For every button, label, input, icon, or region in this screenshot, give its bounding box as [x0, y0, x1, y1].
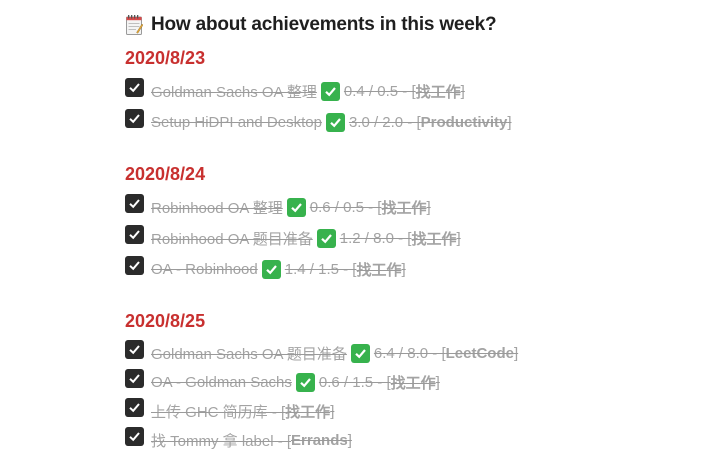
- task-item: Setup HiDPI and Desktop 3.0 / 2.0 - [Pro…: [125, 107, 685, 138]
- task-tag-close: ]: [401, 261, 406, 278]
- task-text: OA - Robinhood 1.4 / 1.5 - [找工作]: [151, 259, 406, 280]
- task-tag-close: ]: [507, 114, 512, 131]
- task-progress: 0.4 / 0.5 - [: [343, 83, 416, 100]
- task-tag: 找工作: [390, 375, 436, 392]
- task-text: Goldman Sachs OA 整理 0.4 / 0.5 - [找工作]: [151, 81, 465, 102]
- task-tag: 找工作: [415, 84, 461, 101]
- checked-checkbox[interactable]: [125, 256, 144, 275]
- task-name: 找 Tommy 拿 label - [: [151, 433, 292, 450]
- task-text: 上传 GHC 简历库 - [找工作]: [151, 401, 334, 422]
- checked-checkbox[interactable]: [125, 109, 144, 128]
- task-tag: 找工作: [356, 262, 402, 279]
- task-tag: Productivity: [420, 114, 508, 131]
- task-text: Robinhood OA 题目准备 1.2 / 8.0 - [找工作]: [151, 228, 461, 249]
- task-item: Goldman Sachs OA 题目准备 6.4 / 8.0 - [LeetC…: [125, 339, 685, 368]
- task-text: Goldman Sachs OA 题目准备 6.4 / 8.0 - [LeetC…: [151, 343, 518, 364]
- task-tag: 找工作: [381, 200, 427, 217]
- task-tag-close: ]: [435, 374, 440, 391]
- white-check-mark-icon: [295, 373, 315, 392]
- checked-checkbox[interactable]: [125, 427, 144, 446]
- task-progress: 0.6 / 0.5 - [: [309, 199, 382, 216]
- task-tag-close: ]: [456, 230, 461, 247]
- task-list: Goldman Sachs OA 题目准备 6.4 / 8.0 - [LeetC…: [125, 339, 685, 455]
- white-check-mark-icon: [320, 82, 340, 101]
- white-check-mark-icon: [286, 198, 306, 217]
- checked-checkbox[interactable]: [125, 194, 144, 213]
- task-text: 找 Tommy 拿 label - [Errands]: [151, 430, 352, 451]
- task-name: OA - Goldman Sachs: [151, 374, 292, 391]
- white-check-mark-icon: [261, 260, 281, 279]
- task-text: Setup HiDPI and Desktop 3.0 / 2.0 - [Pro…: [151, 113, 512, 132]
- task-tag-close: ]: [513, 345, 519, 362]
- task-list: Robinhood OA 整理 0.6 / 0.5 - [找工作] Robinh…: [125, 192, 685, 285]
- date-heading: 2020/8/23: [125, 48, 206, 68]
- task-tag-close: ]: [426, 199, 431, 216]
- memo-icon: [126, 15, 143, 35]
- date-heading: 2020/8/24: [125, 164, 206, 184]
- white-check-mark-icon: [325, 113, 345, 132]
- task-item: OA - Robinhood 1.4 / 1.5 - [找工作]: [125, 254, 685, 285]
- task-text: OA - Goldman Sachs 0.6 / 1.5 - [找工作]: [151, 372, 440, 393]
- task-item: Robinhood OA 题目准备 1.2 / 8.0 - [找工作]: [125, 223, 685, 254]
- task-tag-close: ]: [330, 403, 335, 420]
- task-name: Robinhood OA 题目准备: [151, 231, 313, 248]
- task-item: Goldman Sachs OA 整理 0.4 / 0.5 - [找工作]: [125, 76, 685, 107]
- task-name: 上传 GHC 简历库 - [: [151, 404, 286, 421]
- task-item: Robinhood OA 整理 0.6 / 0.5 - [找工作]: [125, 192, 685, 223]
- task-progress: 1.4 / 1.5 - [: [284, 261, 357, 278]
- task-tag: 找工作: [411, 231, 457, 248]
- task-item: OA - Goldman Sachs 0.6 / 1.5 - [找工作]: [125, 368, 685, 397]
- task-name: Setup HiDPI and Desktop: [151, 114, 322, 131]
- task-tag: 找工作: [285, 404, 331, 421]
- checked-checkbox[interactable]: [125, 369, 144, 388]
- task-tag: LeetCode: [445, 345, 514, 362]
- task-text: Robinhood OA 整理 0.6 / 0.5 - [找工作]: [151, 197, 431, 218]
- task-tag-close: ]: [460, 83, 465, 100]
- task-tag-close: ]: [347, 432, 352, 449]
- white-check-mark-icon: [350, 344, 370, 363]
- page-title-text: How about achievements in this week?: [151, 14, 497, 35]
- checked-checkbox[interactable]: [125, 398, 144, 417]
- checked-checkbox[interactable]: [125, 225, 144, 244]
- task-name: OA - Robinhood: [151, 261, 258, 278]
- task-name: Goldman Sachs OA 整理: [151, 84, 317, 101]
- checked-checkbox[interactable]: [125, 340, 144, 359]
- white-check-mark-icon: [316, 229, 336, 248]
- task-item: 找 Tommy 拿 label - [Errands]: [125, 426, 685, 455]
- date-heading: 2020/8/25: [125, 311, 206, 331]
- task-name: Goldman Sachs OA 题目准备: [151, 346, 347, 363]
- task-name: Robinhood OA 整理: [151, 200, 283, 217]
- task-list: Goldman Sachs OA 整理 0.4 / 0.5 - [找工作] Se…: [125, 76, 685, 138]
- task-tag: Errands: [291, 432, 348, 449]
- weekly-achievements-page: How about achievements in this week? 202…: [125, 10, 685, 455]
- task-progress: 6.4 / 8.0 - [: [373, 345, 446, 362]
- task-progress: 0.6 / 1.5 - [: [318, 374, 391, 391]
- task-progress: 1.2 / 8.0 - [: [339, 230, 412, 247]
- task-progress: 3.0 / 2.0 - [: [348, 114, 421, 131]
- checked-checkbox[interactable]: [125, 78, 144, 97]
- page-title: How about achievements in this week?: [125, 10, 685, 40]
- task-item: 上传 GHC 简历库 - [找工作]: [125, 397, 685, 426]
